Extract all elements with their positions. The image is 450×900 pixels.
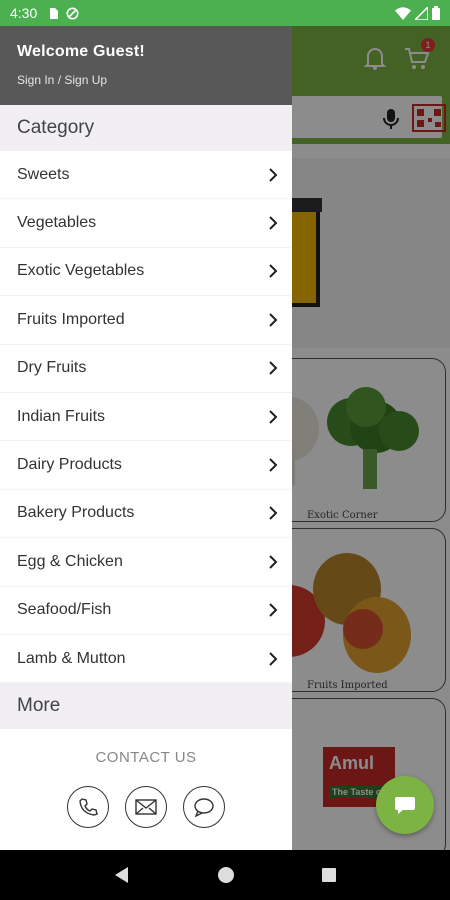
status-bar: 4:30 bbox=[0, 0, 450, 26]
chat-bubble-icon bbox=[395, 797, 415, 814]
chevron-right-icon bbox=[269, 167, 278, 182]
category-label: Indian Fruits bbox=[17, 407, 106, 425]
chat-icon bbox=[194, 798, 214, 818]
wifi-icon bbox=[395, 6, 411, 20]
battery-icon bbox=[432, 6, 440, 20]
chevron-right-icon bbox=[269, 264, 278, 279]
category-item-seafood-fish[interactable]: Seafood/Fish bbox=[0, 587, 292, 635]
contact-us-label: CONTACT US bbox=[95, 749, 197, 767]
category-item-egg-chicken[interactable]: Egg & Chicken bbox=[0, 538, 292, 587]
category-label: Fruits Imported bbox=[17, 310, 125, 328]
category-label: Dry Fruits bbox=[17, 359, 87, 377]
category-item-lamb-mutton[interactable]: Lamb & Mutton bbox=[0, 635, 292, 684]
category-label: Bakery Products bbox=[17, 504, 135, 522]
category-label: Lamb & Mutton bbox=[17, 649, 126, 667]
category-item-sweets[interactable]: Sweets bbox=[0, 151, 292, 200]
category-item-indian-fruits[interactable]: Indian Fruits bbox=[0, 393, 292, 442]
chevron-right-icon bbox=[269, 313, 278, 327]
chevron-right-icon bbox=[269, 555, 278, 569]
chevron-right-icon bbox=[269, 603, 278, 617]
sim-icon bbox=[50, 7, 59, 19]
status-indicators bbox=[395, 6, 440, 20]
category-item-dry-fruits[interactable]: Dry Fruits bbox=[0, 345, 292, 393]
category-header: Category bbox=[0, 105, 292, 151]
chevron-right-icon bbox=[269, 458, 278, 472]
chevron-right-icon bbox=[269, 409, 278, 424]
chat-button[interactable] bbox=[183, 786, 225, 829]
signal-icon bbox=[415, 6, 428, 20]
mail-icon bbox=[135, 799, 157, 815]
system-nav-bar bbox=[0, 850, 450, 900]
phone-button[interactable] bbox=[67, 786, 109, 829]
category-label: Exotic Vegetables bbox=[17, 262, 145, 280]
navigation-drawer: Welcome Guest! Sign In / Sign Up Categor… bbox=[0, 26, 292, 850]
status-time: 4:30 bbox=[10, 5, 38, 21]
category-item-bakery-products[interactable]: Bakery Products bbox=[0, 490, 292, 539]
category-item-exotic-vegetables[interactable]: Exotic Vegetables bbox=[0, 248, 292, 297]
sign-in-link[interactable]: Sign In / Sign Up bbox=[17, 73, 292, 87]
recents-icon[interactable] bbox=[321, 867, 337, 883]
home-icon[interactable] bbox=[217, 866, 235, 884]
welcome-text: Welcome Guest! bbox=[17, 43, 145, 60]
category-label: Dairy Products bbox=[17, 456, 122, 474]
chevron-right-icon bbox=[269, 506, 278, 521]
data-saver-icon bbox=[66, 7, 79, 19]
category-label: Sweets bbox=[17, 165, 70, 183]
category-item-dairy-products[interactable]: Dairy Products bbox=[0, 441, 292, 490]
chevron-right-icon bbox=[269, 651, 278, 666]
chevron-right-icon bbox=[269, 216, 278, 230]
category-label: Egg & Chicken bbox=[17, 552, 123, 570]
drawer-header: Welcome Guest! Sign In / Sign Up bbox=[0, 26, 292, 105]
category-label: Vegetables bbox=[17, 214, 97, 232]
category-label: Seafood/Fish bbox=[17, 601, 112, 619]
chat-fab-button[interactable] bbox=[376, 776, 434, 834]
category-item-fruits-imported[interactable]: Fruits Imported bbox=[0, 296, 292, 345]
chevron-right-icon bbox=[269, 361, 278, 375]
category-item-vegetables[interactable]: Vegetables bbox=[0, 199, 292, 248]
more-header: More bbox=[0, 683, 292, 730]
contact-icons bbox=[0, 786, 292, 829]
email-button[interactable] bbox=[125, 786, 167, 829]
back-icon[interactable] bbox=[113, 866, 131, 884]
phone-icon bbox=[79, 798, 98, 817]
